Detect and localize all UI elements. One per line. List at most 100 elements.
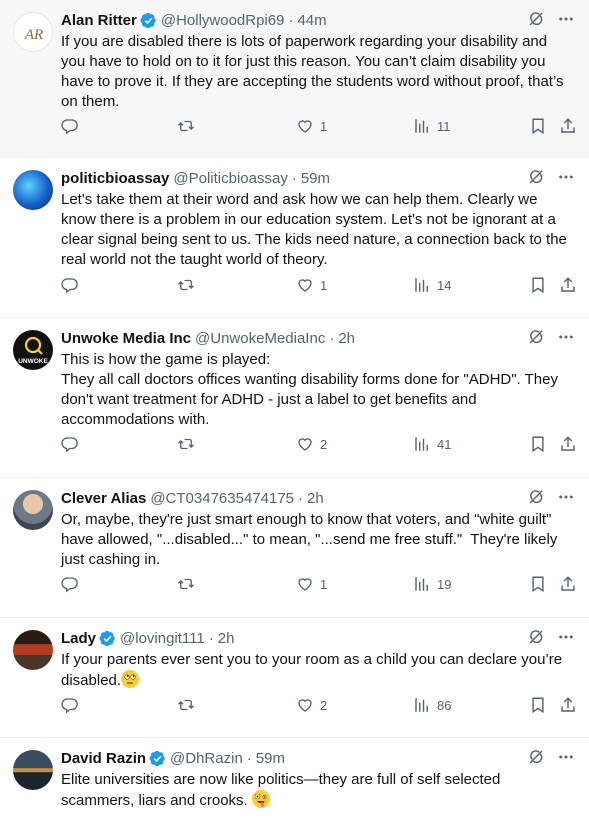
share-button[interactable] bbox=[559, 276, 577, 294]
share-icon bbox=[559, 117, 577, 135]
tweet-text: If you are disabled there is lots of pap… bbox=[61, 33, 568, 110]
reply-icon bbox=[61, 435, 79, 453]
author-name[interactable]: politicbioassay bbox=[61, 170, 169, 187]
avatar[interactable] bbox=[13, 750, 53, 790]
author-name[interactable]: Lady bbox=[61, 630, 96, 647]
separator-dot: · bbox=[291, 169, 297, 187]
bookmark-button[interactable] bbox=[529, 435, 547, 453]
retweet-button[interactable] bbox=[177, 276, 195, 294]
author-handle[interactable]: @UnwokeMediaInc bbox=[195, 330, 325, 347]
bookmark-button[interactable] bbox=[529, 696, 547, 714]
grok-icon[interactable] bbox=[527, 488, 545, 506]
tweet[interactable]: UNWOKE Unwoke Media Inc @UnwokeMediaInc … bbox=[0, 318, 589, 478]
author-handle[interactable]: @DhRazin bbox=[170, 750, 243, 767]
heart-icon bbox=[296, 435, 314, 453]
tweet[interactable]: politicbioassay @Politicbioassay · 59m L… bbox=[0, 158, 589, 318]
author-name[interactable]: David Razin bbox=[61, 750, 146, 767]
timestamp[interactable]: 2h bbox=[218, 630, 235, 647]
separator-dot: · bbox=[208, 629, 214, 647]
grok-icon[interactable] bbox=[527, 748, 545, 766]
avatar[interactable]: AR bbox=[13, 12, 53, 52]
timestamp[interactable]: 44m bbox=[297, 12, 326, 29]
retweet-button[interactable] bbox=[177, 696, 195, 714]
view-count: 41 bbox=[437, 436, 452, 452]
grok-icon[interactable] bbox=[527, 168, 545, 186]
views-icon bbox=[413, 696, 431, 714]
timestamp[interactable]: 59m bbox=[256, 750, 285, 767]
views-button[interactable]: 11 bbox=[413, 117, 451, 135]
reply-button[interactable] bbox=[61, 696, 79, 714]
svg-text:AR: AR bbox=[24, 27, 43, 43]
reply-button[interactable] bbox=[61, 117, 79, 135]
bookmark-button[interactable] bbox=[529, 117, 547, 135]
more-icon[interactable] bbox=[557, 328, 575, 346]
share-button[interactable] bbox=[559, 435, 577, 453]
like-button[interactable]: 2 bbox=[296, 696, 327, 714]
author-handle[interactable]: @CT0347635474175 bbox=[150, 490, 294, 507]
share-button[interactable] bbox=[559, 117, 577, 135]
avatar[interactable]: UNWOKE bbox=[13, 330, 53, 370]
timestamp[interactable]: 2h bbox=[307, 490, 324, 507]
views-button[interactable]: 19 bbox=[413, 575, 451, 593]
more-icon[interactable] bbox=[557, 628, 575, 646]
grok-icon[interactable] bbox=[527, 328, 545, 346]
heart-icon bbox=[296, 117, 314, 135]
face-with-rolling-eyes-emoji bbox=[121, 670, 140, 688]
retweet-button[interactable] bbox=[177, 435, 195, 453]
more-icon[interactable] bbox=[557, 10, 575, 28]
bookmark-icon bbox=[529, 435, 547, 453]
tweet-text: This is how the game is played: They all… bbox=[61, 351, 558, 428]
retweet-button[interactable] bbox=[177, 117, 195, 135]
views-button[interactable]: 86 bbox=[413, 696, 451, 714]
author-name[interactable]: Unwoke Media Inc bbox=[61, 330, 191, 347]
author-name[interactable]: Clever Alias bbox=[61, 490, 146, 507]
like-button[interactable]: 2 bbox=[296, 435, 327, 453]
separator-dot: · bbox=[246, 749, 252, 767]
like-button[interactable]: 1 bbox=[296, 276, 327, 294]
reply-button[interactable] bbox=[61, 276, 79, 294]
bookmark-button[interactable] bbox=[529, 575, 547, 593]
like-count: 2 bbox=[320, 436, 328, 452]
author-name[interactable]: Alan Ritter bbox=[61, 12, 137, 29]
bookmark-icon bbox=[529, 276, 547, 294]
more-icon[interactable] bbox=[557, 488, 575, 506]
share-icon bbox=[559, 276, 577, 294]
heart-icon bbox=[296, 575, 314, 593]
author-handle[interactable]: @HollywoodRpi69 bbox=[161, 12, 285, 29]
more-icon[interactable] bbox=[557, 748, 575, 766]
reply-button[interactable] bbox=[61, 575, 79, 593]
verified-badge-icon bbox=[140, 12, 157, 29]
tweet[interactable]: Clever Alias @CT0347635474175 · 2h Or, m… bbox=[0, 478, 589, 618]
grok-icon[interactable] bbox=[527, 10, 545, 28]
share-icon bbox=[559, 575, 577, 593]
share-button[interactable] bbox=[559, 696, 577, 714]
like-count: 1 bbox=[320, 277, 328, 293]
timestamp[interactable]: 59m bbox=[301, 170, 330, 187]
share-icon bbox=[559, 435, 577, 453]
share-button[interactable] bbox=[559, 575, 577, 593]
views-icon bbox=[413, 117, 431, 135]
verified-badge-icon bbox=[99, 630, 116, 647]
views-button[interactable]: 14 bbox=[413, 276, 451, 294]
tweet[interactable]: Lady @lovingit111 · 2h If your parents e… bbox=[0, 618, 589, 738]
tweet-text: Let's take them at their word and ask ho… bbox=[61, 191, 572, 268]
like-button[interactable]: 1 bbox=[296, 117, 327, 135]
avatar[interactable] bbox=[13, 630, 53, 670]
separator-dot: · bbox=[298, 489, 303, 507]
views-icon bbox=[413, 276, 431, 294]
author-handle[interactable]: @lovingit111 bbox=[120, 630, 205, 647]
author-handle[interactable]: @Politicbioassay bbox=[173, 170, 287, 187]
more-icon[interactable] bbox=[557, 168, 575, 186]
like-button[interactable]: 1 bbox=[296, 575, 327, 593]
tweet[interactable]: AR Alan Ritter @HollywoodRpi69 · 44m If … bbox=[0, 0, 589, 158]
timestamp[interactable]: 2h bbox=[338, 330, 355, 347]
reply-button[interactable] bbox=[61, 435, 79, 453]
bookmark-button[interactable] bbox=[529, 276, 547, 294]
avatar[interactable] bbox=[13, 490, 53, 530]
bookmark-icon bbox=[529, 696, 547, 714]
views-button[interactable]: 41 bbox=[413, 435, 451, 453]
tweet[interactable]: David Razin @DhRazin · 59m Elite univers… bbox=[0, 738, 589, 826]
retweet-button[interactable] bbox=[177, 575, 195, 593]
avatar[interactable] bbox=[13, 170, 53, 210]
grok-icon[interactable] bbox=[527, 628, 545, 646]
